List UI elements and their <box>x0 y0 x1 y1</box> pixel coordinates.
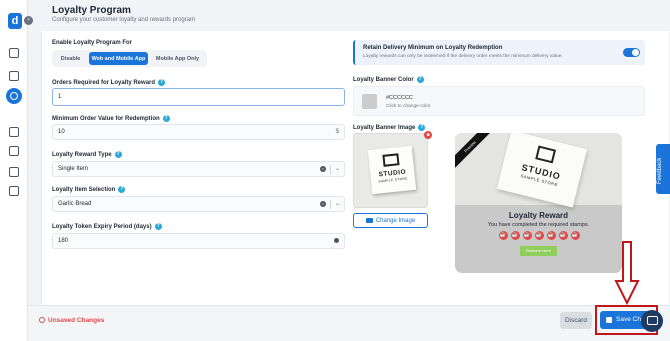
change-image-button[interactable]: Change Image <box>353 213 428 228</box>
reward-title: Loyalty Reward <box>508 211 569 220</box>
color-value: #CCCCCC <box>386 95 413 101</box>
menu-icon[interactable] <box>9 71 19 81</box>
clear-icon[interactable]: × <box>320 166 326 172</box>
chevron-down-icon[interactable]: ⌄ <box>335 197 340 211</box>
loyalty-preview: STUDIO SAMPLE STORE Preview Loyalty Rewa… <box>455 133 622 273</box>
stamp-row: ☕ ☕ ☕ ☕ ☕ ☕ ☕ <box>494 231 584 241</box>
unsaved-changes-indicator: Unsaved Changes <box>39 317 104 324</box>
stamp-icon: ☕ <box>522 231 532 240</box>
redeem-button: Redeem Here <box>520 246 557 256</box>
banner-color-label: Loyalty Banner Color? <box>353 76 424 84</box>
stamp-icon: ☕ <box>498 231 508 240</box>
discard-button[interactable]: Discard <box>560 312 592 329</box>
color-hint: Click to change color <box>386 104 431 109</box>
enable-label: Enable Loyalty Program For <box>52 40 133 46</box>
chevron-down-icon[interactable]: ⌄ <box>335 162 340 176</box>
register-icon <box>382 153 400 167</box>
clear-icon[interactable]: × <box>320 201 326 207</box>
sidebar: d <box>0 0 28 341</box>
settings-icon[interactable] <box>9 186 19 196</box>
stamp-icon: ☕ <box>546 231 556 240</box>
retain-description: Loyalty rewards can only be redeemed if … <box>363 54 563 59</box>
reports-icon[interactable] <box>9 146 19 156</box>
divider <box>330 165 331 174</box>
help-icon[interactable]: ? <box>162 115 170 122</box>
feedback-tab[interactable]: Feedback <box>656 144 670 194</box>
app-logo[interactable]: d <box>8 13 22 29</box>
enable-option-disable[interactable]: Disable <box>54 52 87 65</box>
enable-option-web-and-mobile[interactable]: Web and Mobile App <box>89 52 148 65</box>
expiry-label: Loyalty Token Expiry Period (days)? <box>52 223 162 231</box>
change-image-label: Change Image <box>375 217 416 224</box>
help-icon[interactable]: ? <box>416 76 424 83</box>
help-icon[interactable]: ? <box>118 186 126 193</box>
min-order-label: Minimum Order Value for Redemption? <box>52 115 170 123</box>
min-order-input[interactable]: 10 $ <box>52 124 345 140</box>
expiry-input[interactable]: 180 <box>52 233 345 249</box>
enable-option-mobile-only[interactable]: Mobile App Only <box>150 52 205 65</box>
stamp-icon: ☕ <box>534 231 544 240</box>
orders-required-input[interactable]: 1 <box>52 88 345 106</box>
retain-title: Retain Delivery Minimum on Loyalty Redem… <box>363 45 503 51</box>
preview-stamp-card: STUDIO SAMPLE STORE <box>496 133 588 208</box>
color-swatch[interactable] <box>362 94 377 109</box>
help-icon[interactable]: ? <box>158 79 166 86</box>
item-selection-label: Loyalty Item Selection? <box>52 186 126 194</box>
stamp-icon: ☕ <box>510 231 520 240</box>
banner-image-thumbnail: STUDIO SAMPLE STORE <box>353 133 428 208</box>
chat-icon[interactable] <box>641 310 663 332</box>
help-icon[interactable]: ? <box>154 223 162 230</box>
annotation-arrow <box>614 241 640 305</box>
integrations-icon[interactable] <box>9 167 19 177</box>
orders-required-label: Orders Required for Loyalty Reward? <box>52 79 166 87</box>
info-icon <box>334 238 339 243</box>
help-icon[interactable]: ? <box>114 151 122 158</box>
help-icon[interactable]: ? <box>418 124 426 131</box>
stamp-icon: ☕ <box>558 231 568 240</box>
currency-suffix: $ <box>335 129 339 135</box>
enable-segmented-control: Disable Web and Mobile App Mobile App On… <box>52 50 207 67</box>
orders-icon[interactable] <box>9 48 19 58</box>
reward-type-label: Loyalty Reward Type? <box>52 151 122 159</box>
sidebar-collapse-icon[interactable]: › <box>24 16 33 25</box>
page-title: Loyalty Program <box>52 5 131 16</box>
register-icon <box>535 145 557 164</box>
preview-banner: STUDIO SAMPLE STORE <box>455 133 622 208</box>
reward-type-select[interactable]: Single Item × ⌄ <box>52 161 345 177</box>
delete-image-icon[interactable]: ■ <box>424 131 432 139</box>
media-icon[interactable] <box>9 127 19 137</box>
loyalty-icon[interactable] <box>6 88 22 104</box>
retain-toggle[interactable] <box>623 48 640 57</box>
stamp-card-image: STUDIO SAMPLE STORE <box>367 145 417 195</box>
retain-delivery-minimum-panel: Retain Delivery Minimum on Loyalty Redem… <box>353 40 645 65</box>
feedback-label: Feedback <box>657 157 663 184</box>
divider <box>330 200 331 209</box>
stamp-icon: ☕ <box>570 231 580 240</box>
page-subtitle: Configure your customer loyalty and rewa… <box>52 17 196 23</box>
item-selection-select[interactable]: Garlic Bread × ⌄ <box>52 196 345 212</box>
banner-color-picker[interactable]: #CCCCCC Click to change color <box>353 86 645 116</box>
image-icon <box>365 218 373 223</box>
banner-image-label: Loyalty Banner Image? <box>353 124 426 132</box>
reward-subtitle: You have completed the required stamps. <box>487 222 590 228</box>
